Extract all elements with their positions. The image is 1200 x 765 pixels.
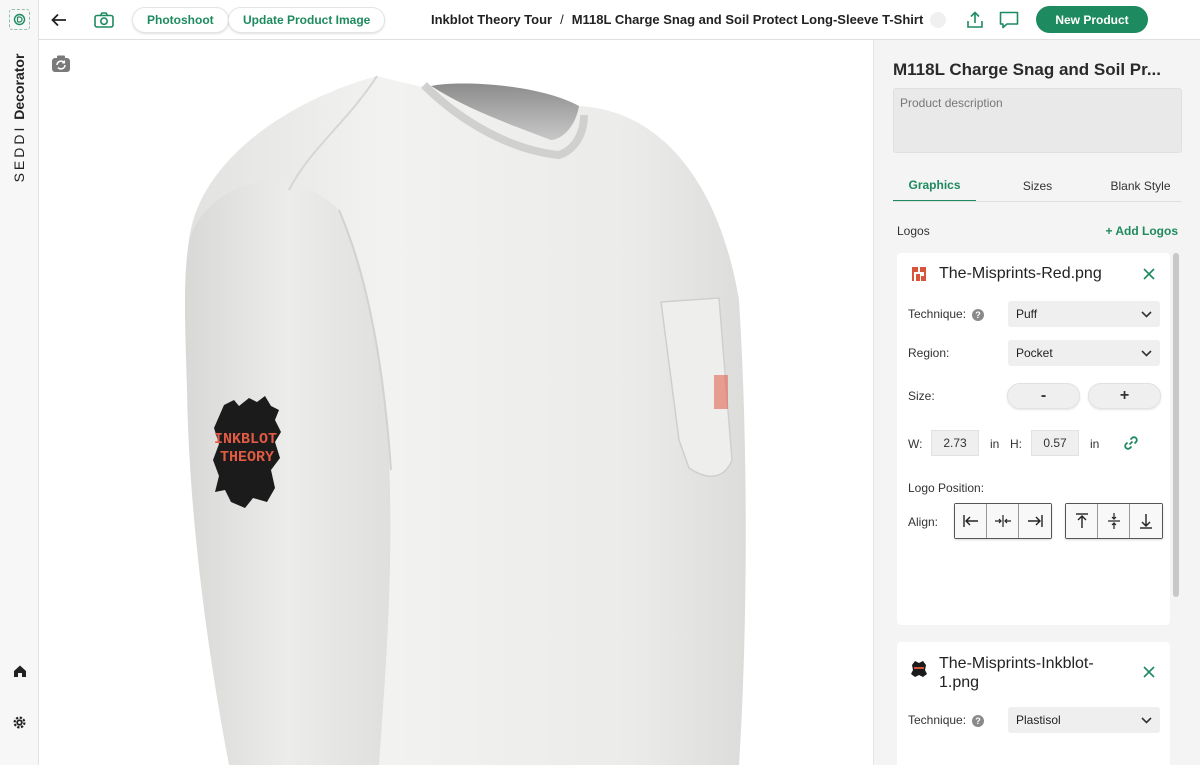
breadcrumb-product: M118L Charge Snag and Soil Protect Long-… bbox=[571, 12, 924, 27]
app-logo-icon[interactable] bbox=[9, 9, 30, 30]
align-middle-vertical-icon[interactable] bbox=[1098, 504, 1130, 538]
lock-aspect-link-icon[interactable] bbox=[1123, 435, 1139, 451]
logo-filename: The-Misprints-Red.png bbox=[939, 265, 1102, 282]
align-center-horizontal-icon[interactable] bbox=[987, 504, 1019, 538]
logo-filename-line2: 1.png bbox=[939, 674, 980, 691]
technique-select[interactable]: Puff bbox=[1008, 301, 1160, 327]
align-left-icon[interactable] bbox=[955, 504, 987, 538]
region-label: Region: bbox=[908, 346, 950, 360]
home-icon[interactable] bbox=[9, 660, 30, 681]
logo-card: The-Misprints-Inkblot- 1.png Technique:?… bbox=[897, 642, 1170, 765]
align-top-icon[interactable] bbox=[1066, 504, 1098, 538]
align-label: Align: bbox=[908, 515, 939, 529]
logo-thumbnail-inkblot bbox=[909, 659, 929, 679]
brand-wordmark: SEDDI Decorator bbox=[5, 48, 33, 188]
product-title: M118L Charge Snag and Soil Pr... bbox=[893, 60, 1161, 79]
logo-position-label: Logo Position: bbox=[908, 481, 985, 495]
comment-icon[interactable] bbox=[997, 8, 1021, 32]
logos-section-label: Logos bbox=[897, 224, 930, 238]
pocket-logo-mark bbox=[714, 375, 728, 409]
width-input[interactable]: 2.73 bbox=[931, 430, 979, 456]
top-bar: Photoshoot Update Product Image Inkblot … bbox=[39, 0, 1200, 40]
chevron-down-icon bbox=[1141, 310, 1152, 318]
size-decrease-button[interactable]: - bbox=[1007, 383, 1080, 409]
technique-select[interactable]: Plastisol bbox=[1008, 707, 1160, 733]
vertical-align-group bbox=[1065, 503, 1163, 539]
align-right-icon[interactable] bbox=[1019, 504, 1051, 538]
breadcrumb-separator: / bbox=[560, 12, 564, 27]
logo-thumbnail-red bbox=[909, 264, 929, 284]
width-label: W: bbox=[908, 437, 923, 451]
height-input[interactable]: 0.57 bbox=[1031, 430, 1079, 456]
add-logos-button[interactable]: + Add Logos bbox=[1105, 224, 1178, 238]
share-upload-icon[interactable] bbox=[963, 8, 987, 32]
technique-value: Puff bbox=[1016, 307, 1038, 321]
size-label: Size: bbox=[908, 389, 935, 403]
brand-bold: Decorator bbox=[11, 53, 27, 120]
technique-label: Technique:? bbox=[908, 307, 985, 321]
align-bottom-icon[interactable] bbox=[1130, 504, 1162, 538]
size-increase-button[interactable]: + bbox=[1088, 383, 1161, 409]
logo-filename-line1: The-Misprints-Inkblot- bbox=[939, 655, 1094, 672]
tab-divider bbox=[893, 201, 1182, 202]
tab-graphics[interactable]: Graphics bbox=[893, 170, 976, 202]
remove-logo-close-icon[interactable] bbox=[1142, 267, 1156, 281]
logo-filename: The-Misprints-Inkblot- 1.png bbox=[939, 654, 1094, 692]
left-rail: SEDDI Decorator bbox=[0, 0, 39, 765]
technique-label-text: Technique: bbox=[908, 307, 967, 321]
product-description-field[interactable]: Product description bbox=[893, 88, 1182, 153]
reset-camera-icon[interactable] bbox=[51, 54, 71, 74]
product-panel: M118L Charge Snag and Soil Pr... Product… bbox=[873, 40, 1200, 765]
back-arrow-icon[interactable] bbox=[47, 8, 71, 32]
height-label: H: bbox=[1010, 437, 1022, 451]
region-select[interactable]: Pocket bbox=[1008, 340, 1160, 366]
width-unit: in bbox=[990, 437, 1000, 451]
camera-icon[interactable] bbox=[92, 8, 116, 32]
tab-sizes[interactable]: Sizes bbox=[996, 170, 1079, 202]
technique-help-icon[interactable]: ? bbox=[972, 309, 985, 321]
chevron-down-icon bbox=[1141, 716, 1152, 724]
new-product-button[interactable]: New Product bbox=[1036, 6, 1148, 33]
settings-gear-icon[interactable] bbox=[9, 712, 30, 733]
technique-label: Technique:? bbox=[908, 713, 985, 727]
shirt-render: INKBLOT THEORY bbox=[185, 75, 746, 765]
chevron-down-icon bbox=[1141, 349, 1152, 357]
region-value: Pocket bbox=[1016, 346, 1053, 360]
technique-help-icon[interactable]: ? bbox=[972, 715, 985, 727]
technique-value: Plastisol bbox=[1016, 713, 1061, 727]
remove-logo-close-icon[interactable] bbox=[1142, 665, 1156, 679]
height-unit: in bbox=[1090, 437, 1100, 451]
tab-blank-style[interactable]: Blank Style bbox=[1099, 170, 1182, 202]
technique-label-text: Technique: bbox=[908, 713, 967, 727]
status-dot bbox=[930, 12, 946, 28]
photoshoot-button[interactable]: Photoshoot bbox=[132, 7, 229, 33]
update-product-image-button[interactable]: Update Product Image bbox=[228, 7, 386, 33]
breadcrumb: Inkblot Theory Tour / M118L Charge Snag an… bbox=[431, 12, 923, 27]
logo-card: The-Misprints-Red.png Technique:? Puff R… bbox=[897, 253, 1170, 625]
panel-scrollbar[interactable] bbox=[1173, 253, 1179, 597]
3d-viewer[interactable]: INKBLOT THEORY bbox=[39, 40, 873, 765]
sleeve-logo-text-2: THEORY bbox=[220, 449, 274, 466]
horizontal-align-group bbox=[954, 503, 1052, 539]
panel-tabs: Graphics Sizes Blank Style bbox=[893, 170, 1182, 202]
breadcrumb-collection[interactable]: Inkblot Theory Tour bbox=[431, 12, 552, 27]
sleeve-logo-text-1: INKBLOT bbox=[214, 431, 277, 448]
brand-light: SEDDI bbox=[11, 124, 27, 183]
